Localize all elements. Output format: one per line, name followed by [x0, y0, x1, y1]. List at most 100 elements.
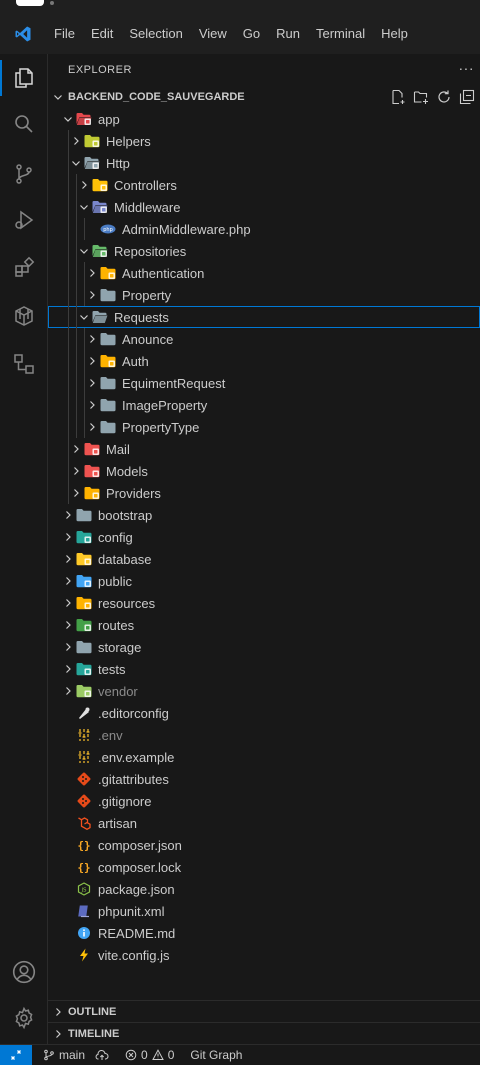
- tree-file-row[interactable]: phpunit.xml: [48, 900, 480, 922]
- git-graph-button[interactable]: Git Graph: [185, 1048, 247, 1062]
- folder-auth-icon: [100, 353, 116, 369]
- new-file-icon[interactable]: [386, 89, 409, 105]
- tree-folder-row[interactable]: ImageProperty: [48, 394, 480, 416]
- menu-file[interactable]: File: [46, 14, 83, 54]
- indent-guide: [76, 394, 77, 416]
- tree-folder-row[interactable]: public: [48, 570, 480, 592]
- run-debug-icon[interactable]: [0, 198, 48, 242]
- sync-button[interactable]: [90, 1049, 114, 1061]
- tree-folder-row[interactable]: routes: [48, 614, 480, 636]
- problems-status[interactable]: 0 0: [120, 1048, 179, 1062]
- chevron-right-icon: [60, 526, 76, 548]
- outline-section-header[interactable]: OUTLINE: [48, 1000, 480, 1022]
- indent-guide: [68, 284, 69, 306]
- chevron-down-icon: [76, 240, 92, 262]
- tree-file-row[interactable]: .gitattributes: [48, 768, 480, 790]
- tree-folder-row[interactable]: Http: [48, 152, 480, 174]
- file-tree: app Helpers Http Controllers Middleware php Ad…: [48, 108, 480, 966]
- tree-item-label: phpunit.xml: [98, 903, 165, 919]
- tree-item-label: Mail: [106, 441, 130, 457]
- tree-item-label: vite.config.js: [98, 947, 170, 963]
- tree-folder-row[interactable]: Helpers: [48, 130, 480, 152]
- window-control-pill[interactable]: [16, 0, 44, 6]
- remote-explorer-icon[interactable]: [0, 294, 48, 338]
- tree-folder-row[interactable]: Auth: [48, 350, 480, 372]
- tree-file-row[interactable]: artisan: [48, 812, 480, 834]
- folder-icon: [76, 639, 92, 655]
- tree-file-row[interactable]: vite.config.js: [48, 944, 480, 966]
- json-file-icon: {}: [76, 859, 92, 875]
- tree-file-row[interactable]: .env.example: [48, 746, 480, 768]
- chevron-down-icon: [76, 306, 92, 328]
- tree-folder-row[interactable]: tests: [48, 658, 480, 680]
- twistie-spacer: [60, 878, 76, 900]
- menu-terminal[interactable]: Terminal: [308, 14, 373, 54]
- menu-run[interactable]: Run: [268, 14, 308, 54]
- search-icon[interactable]: [0, 102, 48, 146]
- new-folder-icon[interactable]: [409, 89, 432, 105]
- indent-guide: [76, 174, 77, 196]
- chevron-right-icon: [76, 174, 92, 196]
- menu-selection[interactable]: Selection: [121, 14, 190, 54]
- twistie-spacer: [60, 746, 76, 768]
- window-control-dot[interactable]: [50, 1, 54, 5]
- tree-file-row[interactable]: {} composer.json: [48, 834, 480, 856]
- menu-help[interactable]: Help: [373, 14, 416, 54]
- tree-file-row[interactable]: .editorconfig: [48, 702, 480, 724]
- tree-folder-row[interactable]: Repositories: [48, 240, 480, 262]
- tree-folder-row[interactable]: Middleware: [48, 196, 480, 218]
- indent-guide: [84, 372, 85, 394]
- more-actions-icon[interactable]: ···: [459, 60, 475, 76]
- tree-folder-row[interactable]: resources: [48, 592, 480, 614]
- branch-status[interactable]: main: [38, 1048, 90, 1062]
- tree-folder-row[interactable]: app: [48, 108, 480, 130]
- tree-item-label: config: [98, 529, 133, 545]
- twistie-spacer: [60, 724, 76, 746]
- tree-file-row[interactable]: php AdminMiddleware.php: [48, 218, 480, 240]
- tree-folder-row[interactable]: PropertyType: [48, 416, 480, 438]
- menu-edit[interactable]: Edit: [83, 14, 121, 54]
- remote-indicator-icon[interactable]: [0, 1044, 32, 1065]
- tree-item-label: .gitignore: [98, 793, 152, 809]
- tree-folder-row[interactable]: config: [48, 526, 480, 548]
- tree-folder-row[interactable]: Providers: [48, 482, 480, 504]
- tree-folder-row[interactable]: Mail: [48, 438, 480, 460]
- indent-guide: [84, 284, 85, 306]
- php-file-icon: php: [100, 221, 116, 237]
- tree-file-row[interactable]: JS package.json: [48, 878, 480, 900]
- tree-file-row[interactable]: README.md: [48, 922, 480, 944]
- tree-folder-row[interactable]: database: [48, 548, 480, 570]
- tree-folder-row[interactable]: bootstrap: [48, 504, 480, 526]
- chevron-right-icon: [60, 592, 76, 614]
- tree-folder-row[interactable]: vendor: [48, 680, 480, 702]
- tree-folder-row[interactable]: Controllers: [48, 174, 480, 196]
- explorer-icon[interactable]: [0, 56, 48, 100]
- tree-item-label: package.json: [98, 881, 175, 897]
- extensions-icon[interactable]: [0, 246, 48, 290]
- folder-vendor-icon: [76, 683, 92, 699]
- tree-folder-row[interactable]: storage: [48, 636, 480, 658]
- refresh-icon[interactable]: [432, 89, 455, 105]
- tree-folder-row[interactable]: Authentication: [48, 262, 480, 284]
- indent-guide: [68, 152, 69, 174]
- project-section-header[interactable]: BACKEND_CODE_SAUVEGARDE: [48, 86, 480, 108]
- account-icon[interactable]: [0, 950, 48, 994]
- menu-view[interactable]: View: [191, 14, 235, 54]
- settings-gear-icon[interactable]: [0, 996, 48, 1040]
- collapse-all-icon[interactable]: [455, 89, 478, 105]
- tree-folder-row[interactable]: Models: [48, 460, 480, 482]
- timeline-section-header[interactable]: TIMELINE: [48, 1022, 480, 1044]
- tree-file-row[interactable]: .env: [48, 724, 480, 746]
- folder-icon: [100, 419, 116, 435]
- graph-icon[interactable]: [0, 342, 48, 386]
- tree-folder-row[interactable]: Requests: [48, 306, 480, 328]
- tree-folder-row[interactable]: EquimentRequest: [48, 372, 480, 394]
- indent-guide: [68, 240, 69, 262]
- tree-file-row[interactable]: {} composer.lock: [48, 856, 480, 878]
- tree-folder-row[interactable]: Property: [48, 284, 480, 306]
- tree-file-row[interactable]: .gitignore: [48, 790, 480, 812]
- source-control-icon[interactable]: [0, 152, 48, 196]
- indent-guide: [76, 328, 77, 350]
- menu-go[interactable]: Go: [235, 14, 268, 54]
- tree-folder-row[interactable]: Anounce: [48, 328, 480, 350]
